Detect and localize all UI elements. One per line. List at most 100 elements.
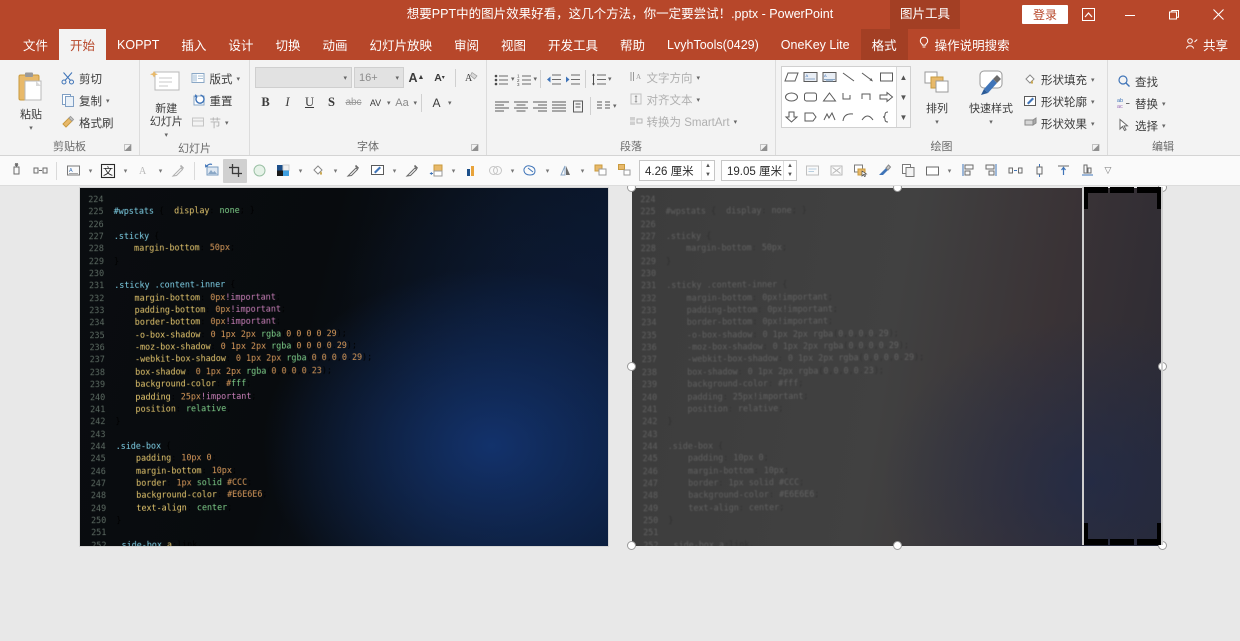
shape-elbow-connector-icon[interactable] xyxy=(839,87,858,107)
shape-brace-icon[interactable] xyxy=(877,107,896,127)
align-text-caret-icon[interactable]: ▾ xyxy=(697,96,701,104)
shape-combine-caret-icon[interactable]: ▾ xyxy=(542,159,553,183)
section-button[interactable]: 节 ▾ xyxy=(187,112,244,134)
arrange-button[interactable]: 排列 ▾ xyxy=(911,63,963,129)
selection-handle-bottom-left[interactable] xyxy=(627,541,636,550)
copy-button[interactable]: 复制 ▾ xyxy=(57,90,118,112)
font-color-button[interactable]: A xyxy=(426,92,447,113)
format-painter-shape-icon[interactable] xyxy=(872,159,896,183)
shape-elbow-arrow-icon[interactable] xyxy=(858,87,877,107)
text-shadow-button[interactable]: S xyxy=(321,92,342,113)
color-palette-caret-icon[interactable]: ▾ xyxy=(295,159,306,183)
rotate-flip-caret-icon[interactable]: ▾ xyxy=(577,159,588,183)
font-name-caret-icon[interactable]: ▾ xyxy=(343,74,347,82)
quick-styles-caret-icon[interactable]: ▾ xyxy=(989,116,993,129)
shape-fill-caret-icon[interactable]: ▾ xyxy=(1091,76,1095,84)
format-painter-button[interactable]: 格式刷 xyxy=(57,112,118,134)
close-icon[interactable] xyxy=(1198,0,1238,29)
replace-caret-icon[interactable]: ▾ xyxy=(1162,100,1166,108)
convert-to-smartart-button[interactable]: 转换为 SmartArt ▾ xyxy=(625,111,742,133)
group-objects-icon[interactable] xyxy=(588,159,612,183)
shape-outline-caret-icon[interactable]: ▾ xyxy=(1091,98,1095,106)
slide-canvas[interactable]: 224 225 #wpstats { display: none; } 226 … xyxy=(0,186,1240,641)
merge-shapes-icon[interactable] xyxy=(483,159,507,183)
replace-button[interactable]: ab ac 替换 ▾ xyxy=(1113,93,1170,115)
paste-button[interactable]: 粘贴 ▾ xyxy=(5,63,57,135)
reset-button[interactable]: 重置 xyxy=(187,90,244,112)
italic-button[interactable]: I xyxy=(277,92,298,113)
gallery-scroll-up-icon[interactable]: ▲ xyxy=(897,67,910,87)
crop-handle-top-center[interactable] xyxy=(1110,187,1134,193)
layout-button[interactable]: 版式 ▾ xyxy=(187,68,244,90)
shape-freeform-icon[interactable] xyxy=(820,107,839,127)
section-caret-icon[interactable]: ▾ xyxy=(225,119,229,127)
close-shape-icon[interactable] xyxy=(824,159,848,183)
select-caret-icon[interactable]: ▾ xyxy=(1162,122,1166,130)
shapes-gallery[interactable]: A A ▲ ▼ ▼ xyxy=(781,66,911,128)
select-button[interactable]: 选择 ▾ xyxy=(1113,115,1170,137)
picture-original[interactable]: 224 225 #wpstats { display: none; } 226 … xyxy=(80,188,608,546)
tab-developer[interactable]: 开发工具 xyxy=(537,29,609,60)
justify-icon[interactable] xyxy=(549,96,568,116)
tab-koppt[interactable]: KOPPT xyxy=(106,29,170,60)
shape-height-spinners[interactable]: ▲ ▼ xyxy=(701,161,714,180)
shape-width-spinners[interactable]: ▲ ▼ xyxy=(783,161,796,180)
new-slide-button[interactable]: 新建 幻灯片 ▾ xyxy=(145,63,187,142)
tab-file[interactable]: 文件 xyxy=(12,29,59,60)
change-case-button[interactable]: Aa xyxy=(392,92,413,113)
distribute-text-icon[interactable] xyxy=(568,96,587,116)
font-color-caret-icon[interactable]: ▾ xyxy=(448,99,452,107)
slide-size-caret-icon[interactable]: ▾ xyxy=(944,159,955,183)
tab-home[interactable]: 开始 xyxy=(59,29,107,60)
increase-indent-icon[interactable] xyxy=(563,69,582,89)
shape-rectangle-icon[interactable] xyxy=(877,67,896,87)
eyedropper-icon[interactable] xyxy=(166,159,190,183)
line-spacing-icon[interactable] xyxy=(589,69,608,89)
eyedropper-outline-icon[interactable] xyxy=(400,159,424,183)
tab-design[interactable]: 设计 xyxy=(217,29,264,60)
shape-right-arrow-icon[interactable] xyxy=(877,87,896,107)
change-case-caret-icon[interactable]: ▾ xyxy=(414,99,418,107)
shape-triangle-icon[interactable] xyxy=(820,87,839,107)
numbering-icon[interactable]: 123 xyxy=(515,69,534,89)
tab-transitions[interactable]: 切换 xyxy=(264,29,311,60)
columns-icon[interactable] xyxy=(594,96,613,116)
outline-pen-icon[interactable] xyxy=(365,159,389,183)
shape-line-icon[interactable] xyxy=(839,67,858,87)
quick-styles-button[interactable]: 快速样式 ▾ xyxy=(963,63,1019,129)
bold-button[interactable]: B xyxy=(255,92,276,113)
font-size-caret-icon[interactable]: ▾ xyxy=(395,74,399,82)
chart-icon[interactable] xyxy=(459,159,483,183)
tab-help[interactable]: 帮助 xyxy=(609,29,656,60)
height-spin-up-icon[interactable]: ▲ xyxy=(702,161,714,171)
shape-combine-icon[interactable] xyxy=(518,159,542,183)
align-center-objects-icon[interactable] xyxy=(1027,159,1051,183)
paste-caret-icon[interactable]: ▾ xyxy=(29,122,33,135)
text-tool-caret-icon[interactable]: ▾ xyxy=(120,159,131,183)
slide-size-icon[interactable] xyxy=(920,159,944,183)
merge-shapes-caret-icon[interactable]: ▾ xyxy=(507,159,518,183)
gallery-more-icon[interactable]: ▼ xyxy=(897,107,910,127)
font-dialog-launcher[interactable]: ◪ xyxy=(470,140,479,154)
send-backward-caret-icon[interactable]: ▾ xyxy=(448,159,459,183)
character-spacing-caret-icon[interactable]: ▾ xyxy=(387,99,391,107)
shape-pentagon-icon[interactable] xyxy=(801,107,820,127)
minimize-icon[interactable] xyxy=(1110,0,1150,29)
text-box-caret-icon[interactable]: ▾ xyxy=(85,159,96,183)
ungroup-objects-icon[interactable] xyxy=(612,159,636,183)
copy-caret-icon[interactable]: ▾ xyxy=(106,97,110,105)
paragraph-dialog-launcher[interactable]: ◪ xyxy=(759,140,768,154)
shape-outline-button[interactable]: 形状轮廓 ▾ xyxy=(1019,91,1099,113)
picture-replace-icon[interactable] xyxy=(199,159,223,183)
align-left-icon[interactable] xyxy=(492,96,511,116)
shape-wordart-icon[interactable]: A xyxy=(820,67,839,87)
text-frame-icon[interactable] xyxy=(800,159,824,183)
strikethrough-button[interactable]: abc xyxy=(343,92,364,113)
share-button[interactable]: 共享 xyxy=(1177,29,1236,60)
shape-effects-button[interactable]: 形状效果 ▾ xyxy=(1019,113,1099,135)
smartart-caret-icon[interactable]: ▾ xyxy=(734,118,738,126)
restore-icon[interactable] xyxy=(1154,0,1194,29)
shape-fill-button[interactable]: 形状填充 ▾ xyxy=(1019,69,1099,91)
clipboard-dialog-launcher[interactable]: ◪ xyxy=(123,140,132,154)
drawing-dialog-launcher[interactable]: ◪ xyxy=(1091,140,1100,154)
